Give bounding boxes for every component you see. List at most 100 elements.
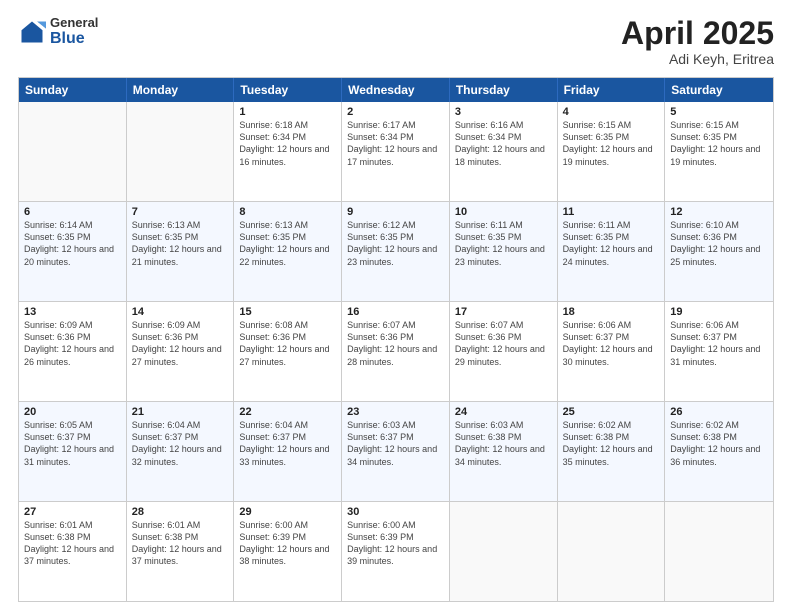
calendar-cell: 21Sunrise: 6:04 AM Sunset: 6:37 PM Dayli… — [127, 402, 235, 501]
calendar-cell: 12Sunrise: 6:10 AM Sunset: 6:36 PM Dayli… — [665, 202, 773, 301]
day-info: Sunrise: 6:05 AM Sunset: 6:37 PM Dayligh… — [24, 419, 121, 468]
calendar-cell: 6Sunrise: 6:14 AM Sunset: 6:35 PM Daylig… — [19, 202, 127, 301]
day-info: Sunrise: 6:01 AM Sunset: 6:38 PM Dayligh… — [132, 519, 229, 568]
day-number: 28 — [132, 506, 229, 518]
day-number: 16 — [347, 306, 444, 318]
day-info: Sunrise: 6:15 AM Sunset: 6:35 PM Dayligh… — [563, 119, 660, 168]
calendar-cell: 8Sunrise: 6:13 AM Sunset: 6:35 PM Daylig… — [234, 202, 342, 301]
day-number: 22 — [239, 406, 336, 418]
day-number: 4 — [563, 106, 660, 118]
calendar-cell: 19Sunrise: 6:06 AM Sunset: 6:37 PM Dayli… — [665, 302, 773, 401]
day-info: Sunrise: 6:04 AM Sunset: 6:37 PM Dayligh… — [239, 419, 336, 468]
day-info: Sunrise: 6:11 AM Sunset: 6:35 PM Dayligh… — [455, 219, 552, 268]
day-of-week-sunday: Sunday — [19, 78, 127, 102]
day-number: 12 — [670, 206, 768, 218]
day-info: Sunrise: 6:09 AM Sunset: 6:36 PM Dayligh… — [24, 319, 121, 368]
logo: General Blue — [18, 16, 98, 48]
day-number: 9 — [347, 206, 444, 218]
calendar-cell — [19, 102, 127, 201]
calendar-title: April 2025 — [621, 16, 774, 51]
day-info: Sunrise: 6:12 AM Sunset: 6:35 PM Dayligh… — [347, 219, 444, 268]
calendar-cell: 28Sunrise: 6:01 AM Sunset: 6:38 PM Dayli… — [127, 502, 235, 601]
day-number: 8 — [239, 206, 336, 218]
day-number: 26 — [670, 406, 768, 418]
day-info: Sunrise: 6:15 AM Sunset: 6:35 PM Dayligh… — [670, 119, 768, 168]
day-info: Sunrise: 6:02 AM Sunset: 6:38 PM Dayligh… — [563, 419, 660, 468]
calendar-cell: 4Sunrise: 6:15 AM Sunset: 6:35 PM Daylig… — [558, 102, 666, 201]
day-info: Sunrise: 6:03 AM Sunset: 6:37 PM Dayligh… — [347, 419, 444, 468]
day-of-week-monday: Monday — [127, 78, 235, 102]
day-info: Sunrise: 6:13 AM Sunset: 6:35 PM Dayligh… — [239, 219, 336, 268]
calendar-cell: 14Sunrise: 6:09 AM Sunset: 6:36 PM Dayli… — [127, 302, 235, 401]
calendar-cell: 15Sunrise: 6:08 AM Sunset: 6:36 PM Dayli… — [234, 302, 342, 401]
calendar-cell: 11Sunrise: 6:11 AM Sunset: 6:35 PM Dayli… — [558, 202, 666, 301]
day-of-week-wednesday: Wednesday — [342, 78, 450, 102]
calendar-cell: 13Sunrise: 6:09 AM Sunset: 6:36 PM Dayli… — [19, 302, 127, 401]
calendar-cell: 23Sunrise: 6:03 AM Sunset: 6:37 PM Dayli… — [342, 402, 450, 501]
logo-text: General Blue — [50, 16, 98, 48]
calendar-cell — [450, 502, 558, 601]
day-info: Sunrise: 6:17 AM Sunset: 6:34 PM Dayligh… — [347, 119, 444, 168]
day-number: 7 — [132, 206, 229, 218]
day-info: Sunrise: 6:10 AM Sunset: 6:36 PM Dayligh… — [670, 219, 768, 268]
calendar-location: Adi Keyh, Eritrea — [621, 51, 774, 67]
calendar: SundayMondayTuesdayWednesdayThursdayFrid… — [18, 77, 774, 602]
day-number: 11 — [563, 206, 660, 218]
calendar-row: 20Sunrise: 6:05 AM Sunset: 6:37 PM Dayli… — [19, 401, 773, 501]
calendar-cell — [127, 102, 235, 201]
day-info: Sunrise: 6:07 AM Sunset: 6:36 PM Dayligh… — [455, 319, 552, 368]
day-info: Sunrise: 6:06 AM Sunset: 6:37 PM Dayligh… — [670, 319, 768, 368]
day-info: Sunrise: 6:00 AM Sunset: 6:39 PM Dayligh… — [239, 519, 336, 568]
day-of-week-tuesday: Tuesday — [234, 78, 342, 102]
day-info: Sunrise: 6:09 AM Sunset: 6:36 PM Dayligh… — [132, 319, 229, 368]
calendar-cell: 24Sunrise: 6:03 AM Sunset: 6:38 PM Dayli… — [450, 402, 558, 501]
calendar-cell: 25Sunrise: 6:02 AM Sunset: 6:38 PM Dayli… — [558, 402, 666, 501]
calendar-cell: 7Sunrise: 6:13 AM Sunset: 6:35 PM Daylig… — [127, 202, 235, 301]
calendar-cell: 26Sunrise: 6:02 AM Sunset: 6:38 PM Dayli… — [665, 402, 773, 501]
day-number: 1 — [239, 106, 336, 118]
day-info: Sunrise: 6:03 AM Sunset: 6:38 PM Dayligh… — [455, 419, 552, 468]
day-number: 24 — [455, 406, 552, 418]
calendar-cell: 20Sunrise: 6:05 AM Sunset: 6:37 PM Dayli… — [19, 402, 127, 501]
day-info: Sunrise: 6:13 AM Sunset: 6:35 PM Dayligh… — [132, 219, 229, 268]
day-info: Sunrise: 6:04 AM Sunset: 6:37 PM Dayligh… — [132, 419, 229, 468]
day-number: 13 — [24, 306, 121, 318]
calendar-cell: 29Sunrise: 6:00 AM Sunset: 6:39 PM Dayli… — [234, 502, 342, 601]
day-number: 29 — [239, 506, 336, 518]
day-number: 3 — [455, 106, 552, 118]
day-info: Sunrise: 6:18 AM Sunset: 6:34 PM Dayligh… — [239, 119, 336, 168]
day-of-week-saturday: Saturday — [665, 78, 773, 102]
day-number: 20 — [24, 406, 121, 418]
day-number: 27 — [24, 506, 121, 518]
day-number: 23 — [347, 406, 444, 418]
day-number: 2 — [347, 106, 444, 118]
calendar-header: SundayMondayTuesdayWednesdayThursdayFrid… — [19, 78, 773, 102]
day-number: 10 — [455, 206, 552, 218]
day-info: Sunrise: 6:14 AM Sunset: 6:35 PM Dayligh… — [24, 219, 121, 268]
day-number: 19 — [670, 306, 768, 318]
day-info: Sunrise: 6:01 AM Sunset: 6:38 PM Dayligh… — [24, 519, 121, 568]
day-number: 14 — [132, 306, 229, 318]
logo-blue-text: Blue — [50, 30, 98, 48]
day-number: 21 — [132, 406, 229, 418]
day-info: Sunrise: 6:07 AM Sunset: 6:36 PM Dayligh… — [347, 319, 444, 368]
calendar-cell: 17Sunrise: 6:07 AM Sunset: 6:36 PM Dayli… — [450, 302, 558, 401]
day-of-week-thursday: Thursday — [450, 78, 558, 102]
header: General Blue April 2025 Adi Keyh, Eritre… — [18, 16, 774, 67]
logo-general-text: General — [50, 16, 98, 30]
calendar-row: 6Sunrise: 6:14 AM Sunset: 6:35 PM Daylig… — [19, 201, 773, 301]
calendar-cell: 10Sunrise: 6:11 AM Sunset: 6:35 PM Dayli… — [450, 202, 558, 301]
calendar-cell: 22Sunrise: 6:04 AM Sunset: 6:37 PM Dayli… — [234, 402, 342, 501]
day-info: Sunrise: 6:08 AM Sunset: 6:36 PM Dayligh… — [239, 319, 336, 368]
day-of-week-friday: Friday — [558, 78, 666, 102]
calendar-cell: 5Sunrise: 6:15 AM Sunset: 6:35 PM Daylig… — [665, 102, 773, 201]
calendar-cell: 1Sunrise: 6:18 AM Sunset: 6:34 PM Daylig… — [234, 102, 342, 201]
day-number: 6 — [24, 206, 121, 218]
logo-icon — [18, 18, 46, 46]
day-number: 15 — [239, 306, 336, 318]
day-info: Sunrise: 6:11 AM Sunset: 6:35 PM Dayligh… — [563, 219, 660, 268]
day-number: 18 — [563, 306, 660, 318]
calendar-row: 1Sunrise: 6:18 AM Sunset: 6:34 PM Daylig… — [19, 102, 773, 201]
day-number: 25 — [563, 406, 660, 418]
calendar-cell: 27Sunrise: 6:01 AM Sunset: 6:38 PM Dayli… — [19, 502, 127, 601]
